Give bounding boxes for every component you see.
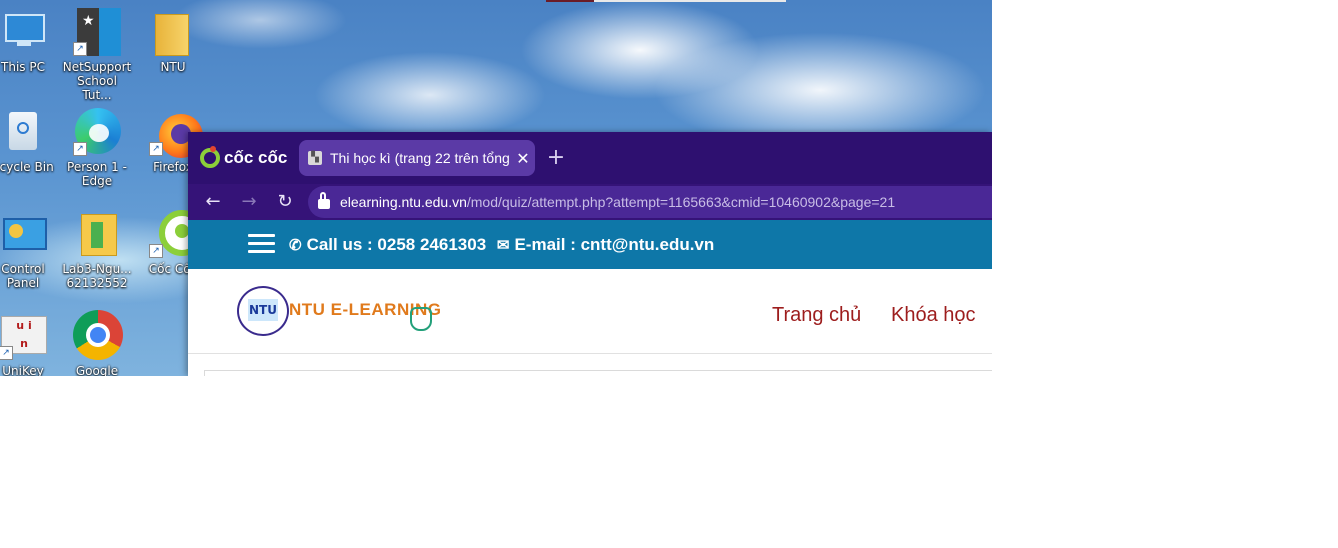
content-box bbox=[204, 370, 992, 376]
desktop-icon-lab3[interactable]: Lab3-Ngu... 62132552 bbox=[61, 210, 133, 290]
icon-label: ecycle Bin bbox=[0, 160, 54, 174]
lock-icon bbox=[318, 192, 330, 209]
site-header: NTU NTU E-LEARNING Trang chủ Khóa học bbox=[188, 269, 992, 354]
icon-label: Lab3-Ngu... bbox=[62, 262, 132, 276]
netsupport-icon: ★ ↗ bbox=[73, 8, 121, 56]
icon-label: NTU bbox=[160, 60, 186, 74]
envelope-icon: ✉ bbox=[496, 237, 510, 254]
hamburger-menu-icon[interactable] bbox=[248, 234, 275, 254]
unikey-icon: u in ↗ bbox=[0, 312, 47, 360]
back-button[interactable]: ← bbox=[201, 190, 225, 214]
icon-label: NetSupport bbox=[62, 60, 132, 74]
icon-label: UniKey bbox=[2, 364, 44, 376]
zip-folder-icon bbox=[73, 210, 121, 258]
icon-label: 62132552 bbox=[66, 276, 128, 290]
desktop-icon-unikey[interactable]: u in ↗ UniKey bbox=[0, 312, 59, 376]
phone-label: Call us : 0258 2461303 bbox=[306, 235, 487, 254]
site-contact-bar: ✆ Call us : 0258 2461303 ✉ E-mail : cntt@n… bbox=[188, 220, 992, 269]
screen-viewport: This PC ecycle Bin Control Panel u in ↗ … bbox=[0, 0, 992, 376]
desktop-icon-netsupport[interactable]: ★ ↗ NetSupport School Tut... bbox=[61, 8, 133, 102]
tab-title: Thi học kì (trang 22 trên tổng bbox=[330, 150, 510, 166]
window-edge-dark bbox=[546, 0, 594, 2]
tab-active[interactable]: ▚ Thi học kì (trang 22 trên tổng ✕ bbox=[299, 140, 535, 176]
url-host: elearning.ntu.edu.vn bbox=[340, 194, 467, 210]
coc-coc-logo-icon bbox=[200, 146, 220, 168]
desktop-icon-ntu-folder[interactable]: NTU bbox=[137, 8, 209, 74]
icon-label: School Tut... bbox=[77, 74, 117, 102]
icon-label: Person 1 - bbox=[67, 160, 127, 174]
recycle-bin-icon bbox=[0, 108, 47, 156]
email-label: E-mail : cntt@ntu.edu.vn bbox=[514, 235, 715, 254]
window-edge-light bbox=[594, 0, 786, 2]
favicon-icon: ▚ bbox=[308, 151, 322, 165]
tab-bar: cốc cốc ▚ Thi học kì (trang 22 trên tổng… bbox=[188, 132, 992, 184]
browser-toolbar: ← → ↻ elearning.ntu.edu.vn/mod/quiz/atte… bbox=[188, 184, 992, 220]
icon-label: Google bbox=[75, 364, 119, 376]
url-path: /mod/quiz/attempt.php?attempt=1165663&cm… bbox=[466, 194, 896, 210]
computer-icon bbox=[0, 8, 47, 56]
ntu-logo[interactable]: NTU bbox=[237, 286, 289, 336]
icon-label: Panel bbox=[6, 276, 40, 290]
pointer-hand-icon bbox=[410, 307, 432, 331]
nav-link-courses[interactable]: Khóa học bbox=[891, 304, 976, 327]
desktop-icon-control-panel[interactable]: Control Panel bbox=[0, 210, 59, 290]
reload-button[interactable]: ↻ bbox=[273, 190, 297, 214]
ntu-logo-text: NTU bbox=[248, 299, 278, 321]
icon-label: Control bbox=[1, 262, 45, 276]
desktop-icon-edge[interactable]: ↗ Person 1 - Edge bbox=[61, 108, 133, 188]
control-panel-icon bbox=[0, 210, 47, 258]
desktop-icon-recycle-bin[interactable]: ecycle Bin bbox=[0, 108, 59, 174]
address-bar[interactable]: elearning.ntu.edu.vn/mod/quiz/attempt.ph… bbox=[308, 186, 992, 218]
folder-icon bbox=[149, 8, 197, 56]
forward-button[interactable]: → bbox=[237, 190, 261, 214]
new-tab-button[interactable]: + bbox=[543, 145, 569, 171]
browser-brand[interactable]: cốc cốc bbox=[200, 146, 287, 170]
edge-icon: ↗ bbox=[73, 108, 121, 156]
desktop-icon-this-pc[interactable]: This PC bbox=[0, 8, 59, 74]
icon-label: This PC bbox=[1, 60, 45, 74]
icon-label: Edge bbox=[81, 174, 113, 188]
browser-window: cốc cốc ▚ Thi học kì (trang 22 trên tổng… bbox=[188, 132, 992, 376]
desktop-icon-google-chrome[interactable]: Google bbox=[61, 310, 133, 376]
phone-icon: ✆ bbox=[289, 237, 302, 254]
nav-link-home[interactable]: Trang chủ bbox=[772, 304, 861, 327]
contact-info: ✆ Call us : 0258 2461303 ✉ E-mail : cntt@n… bbox=[289, 235, 714, 255]
close-tab-icon[interactable]: ✕ bbox=[511, 149, 535, 168]
brand-label: cốc cốc bbox=[224, 148, 288, 167]
chrome-icon bbox=[73, 310, 123, 360]
